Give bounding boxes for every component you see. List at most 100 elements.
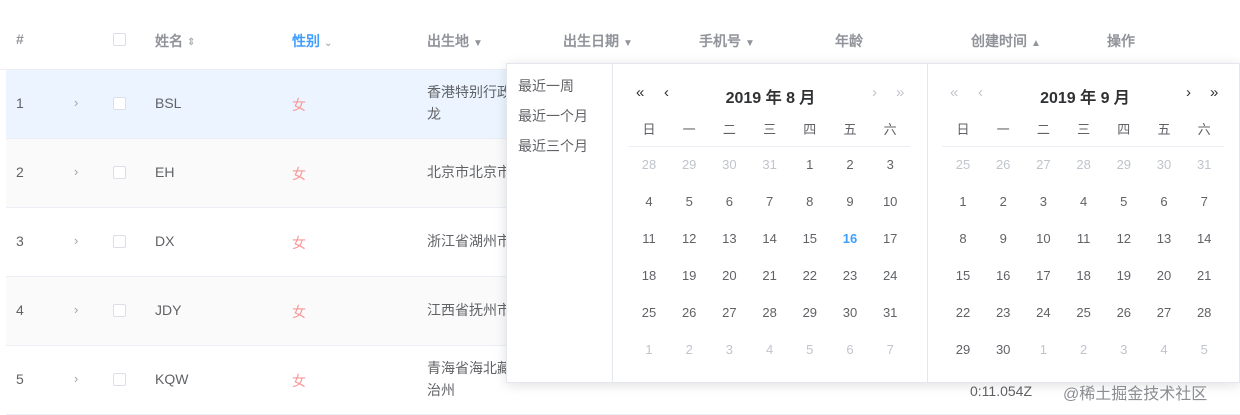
calendar-day[interactable]: 29 <box>790 305 830 320</box>
calendar-day[interactable]: 13 <box>709 231 749 246</box>
calendar-day[interactable]: 14 <box>750 231 790 246</box>
calendar-day[interactable]: 20 <box>709 268 749 283</box>
calendar-day[interactable]: 22 <box>790 268 830 283</box>
calendar-day[interactable]: 3 <box>870 157 910 172</box>
calendar-day[interactable]: 28 <box>750 305 790 320</box>
calendar-day[interactable]: 17 <box>870 231 910 246</box>
calendar-day[interactable]: 30 <box>983 342 1023 357</box>
header-gender[interactable]: 性别 ⌄ <box>292 31 332 51</box>
calendar-day-today[interactable]: 16 <box>830 231 870 246</box>
calendar-day[interactable]: 15 <box>790 231 830 246</box>
calendar-day[interactable]: 9 <box>830 194 870 209</box>
calendar-day[interactable]: 6 <box>709 194 749 209</box>
next-year-icon[interactable]: » <box>1210 84 1218 101</box>
weekday-label: 三 <box>763 122 777 137</box>
calendar-day[interactable]: 18 <box>629 268 669 283</box>
calendar-day[interactable]: 8 <box>790 194 830 209</box>
calendar-day[interactable]: 27 <box>1144 305 1184 320</box>
calendar-day[interactable]: 20 <box>1144 268 1184 283</box>
weekday-label: 一 <box>682 122 696 137</box>
caret-down-icon[interactable]: ▼ <box>473 38 483 49</box>
calendar-day[interactable]: 1 <box>790 157 830 172</box>
chevron-down-icon[interactable]: ⌄ <box>324 38 332 49</box>
row-checkbox[interactable] <box>113 166 126 179</box>
calendar-day[interactable]: 31 <box>870 305 910 320</box>
calendar-day[interactable]: 7 <box>750 194 790 209</box>
calendar-day[interactable]: 21 <box>750 268 790 283</box>
weekday-label: 一 <box>996 122 1010 137</box>
calendar-day[interactable]: 18 <box>1064 268 1104 283</box>
calendar-day[interactable]: 4 <box>629 194 669 209</box>
next-month-icon[interactable]: › <box>1186 84 1191 101</box>
calendar-day[interactable]: 25 <box>629 305 669 320</box>
sort-icon[interactable]: ⇕ <box>187 37 195 48</box>
calendar-day[interactable]: 27 <box>709 305 749 320</box>
header-birthplace[interactable]: 出生地 ▼ <box>427 31 483 51</box>
calendar-day[interactable]: 10 <box>1023 231 1063 246</box>
calendar-day[interactable]: 2 <box>983 194 1023 209</box>
chevron-right-icon[interactable]: › <box>74 302 78 317</box>
calendar-day[interactable]: 4 <box>1064 194 1104 209</box>
calendar-day[interactable]: 26 <box>1104 305 1144 320</box>
calendar-day[interactable]: 6 <box>1144 194 1184 209</box>
calendar-day[interactable]: 1 <box>943 194 983 209</box>
calendar-day[interactable]: 19 <box>669 268 709 283</box>
shortcut-last-month[interactable]: 最近一个月 <box>518 106 588 126</box>
calendar-day[interactable]: 2 <box>830 157 870 172</box>
calendar-day[interactable]: 16 <box>983 268 1023 283</box>
row-checkbox[interactable] <box>113 373 126 386</box>
shortcut-last-three-months[interactable]: 最近三个月 <box>518 136 588 156</box>
row-checkbox[interactable] <box>113 97 126 110</box>
calendar-day: 26 <box>995 157 1011 172</box>
header-birthdate[interactable]: 出生日期 ▼ <box>563 31 633 51</box>
calendar-day[interactable]: 29 <box>943 342 983 357</box>
select-all-checkbox[interactable] <box>113 33 126 46</box>
calendar-day[interactable]: 12 <box>669 231 709 246</box>
calendar-day[interactable]: 19 <box>1104 268 1144 283</box>
calendar-day[interactable]: 30 <box>830 305 870 320</box>
header-name[interactable]: 姓名 ⇕ <box>155 31 195 51</box>
chevron-right-icon[interactable]: › <box>74 233 78 248</box>
calendar-day[interactable]: 7 <box>1184 194 1224 209</box>
calendar-day[interactable]: 24 <box>1023 305 1063 320</box>
calendar-day[interactable]: 22 <box>943 305 983 320</box>
calendar-day[interactable]: 5 <box>1104 194 1144 209</box>
calendar-day[interactable]: 28 <box>1184 305 1224 320</box>
calendar-day[interactable]: 11 <box>1064 231 1104 246</box>
calendar-day[interactable]: 15 <box>943 268 983 283</box>
calendar-day[interactable]: 25 <box>1064 305 1104 320</box>
caret-up-icon[interactable]: ▲ <box>1031 38 1041 49</box>
calendar-day[interactable]: 8 <box>943 231 983 246</box>
row-checkbox[interactable] <box>113 304 126 317</box>
calendar-day[interactable]: 17 <box>1023 268 1063 283</box>
calendar-day[interactable]: 23 <box>830 268 870 283</box>
caret-down-icon[interactable]: ▼ <box>745 38 755 49</box>
calendar-day: 29 <box>1116 157 1132 172</box>
calendar-day[interactable]: 9 <box>983 231 1023 246</box>
calendar-day[interactable]: 26 <box>669 305 709 320</box>
calendar-day[interactable]: 23 <box>983 305 1023 320</box>
header-created[interactable]: 创建时间 ▲ <box>971 31 1041 51</box>
calendar-day[interactable]: 10 <box>870 194 910 209</box>
shortcut-last-week[interactable]: 最近一周 <box>518 76 574 96</box>
calendar-day[interactable]: 3 <box>1023 194 1063 209</box>
next-year-icon: » <box>896 84 905 101</box>
caret-down-icon[interactable]: ▼ <box>623 38 633 49</box>
row-gender: 女 <box>292 97 306 113</box>
chevron-right-icon[interactable]: › <box>74 164 78 179</box>
chevron-right-icon[interactable]: › <box>74 371 78 386</box>
header-phone[interactable]: 手机号 ▼ <box>699 31 755 51</box>
calendar-day[interactable]: 12 <box>1104 231 1144 246</box>
calendar-day[interactable]: 24 <box>870 268 910 283</box>
calendar-day: 30 <box>722 157 737 172</box>
row-name: DX <box>155 233 175 249</box>
row-index: 2 <box>16 164 24 180</box>
weekday-label: 三 <box>1077 122 1091 137</box>
chevron-right-icon[interactable]: › <box>74 95 78 110</box>
calendar-day[interactable]: 13 <box>1144 231 1184 246</box>
calendar-day[interactable]: 11 <box>629 231 669 246</box>
calendar-day[interactable]: 14 <box>1184 231 1224 246</box>
calendar-day[interactable]: 5 <box>669 194 709 209</box>
calendar-day[interactable]: 21 <box>1184 268 1224 283</box>
row-checkbox[interactable] <box>113 235 126 248</box>
